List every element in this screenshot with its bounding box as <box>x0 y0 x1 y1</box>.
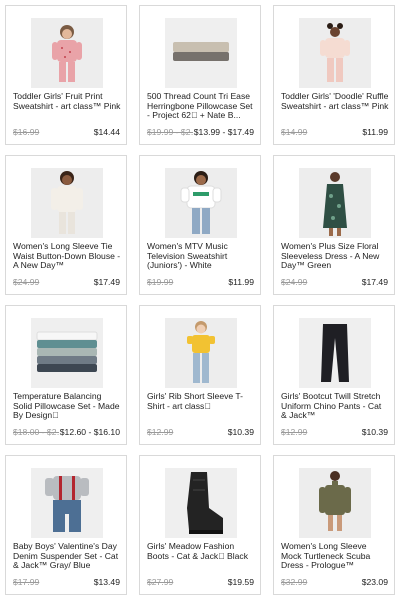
product-image[interactable] <box>165 318 237 388</box>
product-title[interactable]: Women's MTV Music Television Sweatshirt … <box>147 242 255 271</box>
product-title[interactable]: Temperature Balancing Solid Pillowcase S… <box>13 392 121 421</box>
original-price: $27.99 <box>147 577 174 587</box>
product-title[interactable]: 500 Thread Count Tri Ease Herringbone Pi… <box>147 92 255 121</box>
original-price: $12.99 <box>281 427 308 437</box>
product-image[interactable] <box>31 318 103 388</box>
original-price: $18.00 - $2… <box>13 427 66 437</box>
product-card[interactable]: Girls' Bootcut Twill Stretch Uniform Chi… <box>273 305 395 445</box>
sale-price: $10.39 <box>361 427 388 437</box>
sale-price: $12.60 - $16.10 <box>58 427 120 437</box>
original-price: $24.99 <box>13 277 40 287</box>
sale-price: $13.49 <box>93 577 120 587</box>
original-price: $16.99 <box>13 127 40 137</box>
original-price: $19.99 - $2… <box>147 127 200 137</box>
product-card[interactable]: Women's Long Sleeve Mock Turtleneck Scub… <box>273 455 395 595</box>
product-card[interactable]: Girls' Meadow Fashion Boots - Cat & Jack… <box>139 455 261 595</box>
sale-price: $11.99 <box>228 277 254 287</box>
product-image[interactable] <box>31 168 103 238</box>
product-grid: Toddler Girls' Fruit Print Sweatshirt - … <box>5 5 395 595</box>
product-image[interactable] <box>165 18 237 88</box>
product-image[interactable] <box>165 168 237 238</box>
product-title[interactable]: Women's Long Sleeve Mock Turtleneck Scub… <box>281 542 389 571</box>
original-price: $24.99 <box>281 277 308 287</box>
sale-price: $23.09 <box>361 577 388 587</box>
product-card[interactable]: 500 Thread Count Tri Ease Herringbone Pi… <box>139 5 261 145</box>
sale-price: $13.99 - $17.49 <box>192 127 254 137</box>
product-image[interactable] <box>31 468 103 538</box>
sale-price: $19.59 <box>227 577 254 587</box>
product-card[interactable]: Women's MTV Music Television Sweatshirt … <box>139 155 261 295</box>
original-price: $19.99 <box>147 277 174 287</box>
sale-price: $17.49 <box>93 277 120 287</box>
product-image[interactable] <box>299 468 371 538</box>
product-image[interactable] <box>31 18 103 88</box>
product-title[interactable]: Women's Plus Size Floral Sleeveless Dres… <box>281 242 389 271</box>
sale-price: $10.39 <box>227 427 254 437</box>
original-price: $17.99 <box>13 577 40 587</box>
product-title[interactable]: Baby Boys' Valentine's Day Denim Suspend… <box>13 542 121 571</box>
original-price: $32.99 <box>281 577 308 587</box>
original-price: $12.99 <box>147 427 174 437</box>
product-card[interactable]: Baby Boys' Valentine's Day Denim Suspend… <box>5 455 127 595</box>
product-card[interactable]: Girls' Rib Short Sleeve T-Shirt - art cl… <box>139 305 261 445</box>
product-title[interactable]: Toddler Girls' Fruit Print Sweatshirt - … <box>13 92 121 111</box>
product-title[interactable]: Women's Long Sleeve Tie Waist Button-Dow… <box>13 242 121 271</box>
product-card[interactable]: Toddler Girls' Fruit Print Sweatshirt - … <box>5 5 127 145</box>
product-title[interactable]: Girls' Bootcut Twill Stretch Uniform Chi… <box>281 392 389 421</box>
product-card[interactable]: Temperature Balancing Solid Pillowcase S… <box>5 305 127 445</box>
product-image[interactable] <box>299 318 371 388</box>
sale-price: $14.44 <box>93 127 120 137</box>
product-card[interactable]: Toddler Girls' 'Doodle' Ruffle Sweatshir… <box>273 5 395 145</box>
product-card[interactable]: Women's Plus Size Floral Sleeveless Dres… <box>273 155 395 295</box>
original-price: $14.99 <box>281 127 308 137</box>
product-card[interactable]: Women's Long Sleeve Tie Waist Button-Dow… <box>5 155 127 295</box>
sale-price: $17.49 <box>361 277 388 287</box>
product-image[interactable] <box>165 468 237 538</box>
product-title[interactable]: Girls' Meadow Fashion Boots - Cat & Jack… <box>147 542 255 561</box>
product-title[interactable]: Toddler Girls' 'Doodle' Ruffle Sweatshir… <box>281 92 389 111</box>
sale-price: $11.99 <box>362 127 388 137</box>
product-image[interactable] <box>299 18 371 88</box>
product-image[interactable] <box>299 168 371 238</box>
product-title[interactable]: Girls' Rib Short Sleeve T-Shirt - art cl… <box>147 392 255 411</box>
